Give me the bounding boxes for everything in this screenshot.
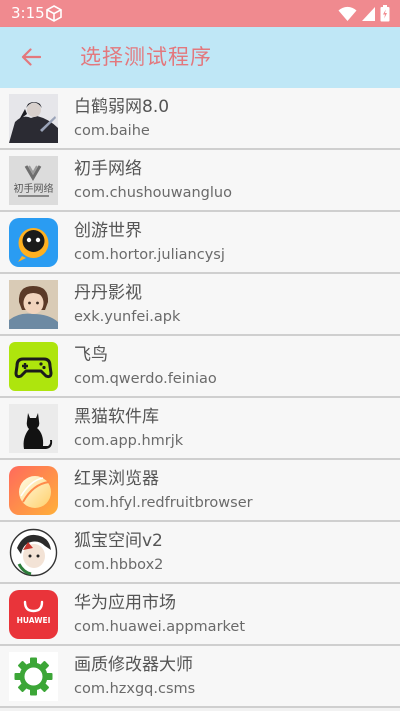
app-name: 白鹤弱网8.0 xyxy=(74,97,170,117)
app-list-item[interactable]: 飞鸟 com.qwerdo.feiniao xyxy=(0,336,400,398)
huawei-app-icon: HUAWEI xyxy=(9,590,58,639)
page-title: 选择测试程序 xyxy=(80,45,212,69)
app-name: 黑猫软件库 xyxy=(74,407,159,427)
app-list-item[interactable]: 白鹤弱网8.0 com.baihe xyxy=(0,88,400,150)
wifi-icon xyxy=(338,6,357,22)
app-package: com.huawei.appmarket xyxy=(74,619,246,635)
app-package: com.hfyl.redfruitbrowser xyxy=(74,495,253,511)
app-list-item[interactable]: HUAWEI 华为应用市场 com.huawei.appmarket xyxy=(0,584,400,646)
app-name: 初手网络 xyxy=(74,159,142,179)
app-package: exk.yunfei.apk xyxy=(74,309,181,325)
huazhi-app-icon xyxy=(9,652,58,701)
app-list-item[interactable]: 红果浏览器 com.hfyl.redfruitbrowser xyxy=(0,460,400,522)
app-package: com.hzxgq.csms xyxy=(74,681,196,697)
app-package: com.chushouwangluo xyxy=(74,185,232,201)
status-time: 3:15 xyxy=(11,4,45,22)
dandan-app-icon xyxy=(9,280,58,329)
app-package: com.hbbox2 xyxy=(74,557,164,573)
app-name: 飞鸟 xyxy=(74,345,108,365)
app-package: com.hortor.juliancysj xyxy=(74,247,225,263)
cube-icon xyxy=(45,5,63,22)
app-name: 华为应用市场 xyxy=(74,593,176,613)
arrow-left-icon xyxy=(21,48,41,66)
signal-icon xyxy=(361,6,376,22)
baihe-app-icon xyxy=(9,94,58,143)
battery-icon xyxy=(380,5,390,22)
icon-brand-text: HUAWEI xyxy=(17,616,51,625)
status-icons xyxy=(338,5,390,22)
feiniao-app-icon xyxy=(9,342,58,391)
app-list-item[interactable]: 狐宝空间v2 com.hbbox2 xyxy=(0,522,400,584)
app-bar: 选择测试程序 xyxy=(0,27,400,88)
app-package: com.app.hmrjk xyxy=(74,433,184,449)
heimao-app-icon xyxy=(9,404,58,453)
app-package: com.baihe xyxy=(74,123,150,139)
app-package: com.qwerdo.feiniao xyxy=(74,371,217,387)
app-list-item[interactable]: 丹丹影视 exk.yunfei.apk xyxy=(0,274,400,336)
app-name: 狐宝空间v2 xyxy=(74,531,163,551)
app-name: 创游世界 xyxy=(74,221,142,241)
app-list-item[interactable]: 黑猫软件库 com.app.hmrjk xyxy=(0,398,400,460)
hubao-app-icon xyxy=(9,528,58,577)
hongguo-app-icon xyxy=(9,466,58,515)
icon-brand-text: 初手网络 xyxy=(14,182,54,195)
app-list[interactable]: 白鹤弱网8.0 com.baihe 初手网络 初手网络 com.chushouw… xyxy=(0,88,400,708)
status-bar: 3:15 xyxy=(0,0,400,27)
back-button[interactable] xyxy=(14,40,48,74)
app-list-item[interactable]: 创游世界 com.hortor.juliancysj xyxy=(0,212,400,274)
app-list-item[interactable]: 画质修改器大师 com.hzxgq.csms xyxy=(0,646,400,708)
chushou-app-icon: 初手网络 xyxy=(9,156,58,205)
app-name: 画质修改器大师 xyxy=(74,655,193,675)
app-name: 丹丹影视 xyxy=(74,283,142,303)
app-name: 红果浏览器 xyxy=(74,469,159,489)
chuangyou-app-icon xyxy=(9,218,58,267)
app-list-item[interactable]: 初手网络 初手网络 com.chushouwangluo xyxy=(0,150,400,212)
